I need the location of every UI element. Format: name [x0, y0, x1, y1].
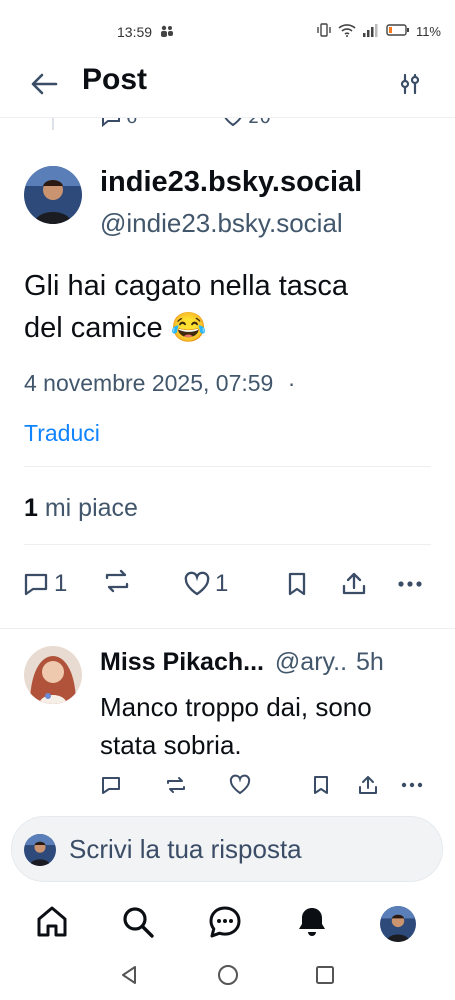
reply-bookmark-button[interactable]: [311, 774, 331, 800]
reply-reply-button[interactable]: [100, 774, 122, 800]
speech-bubble-icon: [24, 573, 48, 596]
bookmark-icon: [314, 776, 328, 794]
likes-label: mi piace: [44, 494, 138, 522]
ellipsis-icon: [398, 581, 422, 587]
reply-more-button[interactable]: [400, 774, 424, 800]
thread-line: [52, 118, 54, 130]
nav-chat[interactable]: [207, 904, 243, 944]
reply-count: 1: [54, 570, 68, 597]
like-button[interactable]: 1: [183, 570, 228, 598]
translate-link[interactable]: Traduci: [24, 420, 100, 447]
reply-actions: [0, 772, 455, 802]
reply-display-name[interactable]: Miss Pikach...: [100, 648, 264, 676]
system-nav-bar: [0, 950, 455, 1000]
system-recents-button[interactable]: [315, 965, 335, 989]
sliders-icon: [400, 73, 420, 95]
reply-text: Manco troppo dai, sono stata sobria.: [100, 688, 372, 764]
reply-age[interactable]: 5h: [356, 648, 384, 676]
status-bar: 13:59 11%: [0, 0, 455, 58]
avatar[interactable]: [24, 166, 82, 224]
nav-notifications[interactable]: [294, 904, 330, 944]
composer-placeholder: Scrivi la tua risposta: [69, 834, 302, 864]
reply-composer[interactable]: Scrivi la tua risposta: [11, 816, 443, 882]
laughing-emoji: 😂: [170, 312, 207, 344]
post-handle[interactable]: @indie23.bsky.social: [100, 208, 343, 239]
post-text-line: del camice: [24, 312, 163, 344]
post-text: Gli hai cagato nella tasca del camice 😂: [24, 265, 348, 349]
status-time: 13:59: [117, 24, 153, 40]
divider: [0, 628, 455, 629]
likes-summary[interactable]: 1 mi piace: [24, 494, 138, 523]
chat-icon: [209, 906, 241, 938]
heart-icon: [184, 571, 210, 596]
composer-avatar: [24, 834, 56, 866]
arrow-left-icon: [31, 73, 58, 95]
back-button[interactable]: [24, 64, 64, 104]
reply-share-button[interactable]: [357, 774, 379, 800]
post-display-name[interactable]: indie23.bsky.social: [100, 166, 362, 199]
bookmark-button[interactable]: [284, 570, 310, 602]
system-home-button[interactable]: [217, 964, 239, 990]
share-icon: [359, 776, 377, 794]
speech-bubble-icon[interactable]: [100, 118, 122, 128]
reply-handle[interactable]: @ary..: [275, 648, 347, 676]
signal-icon: [362, 23, 380, 40]
divider: [24, 544, 431, 545]
post-text-line: Gli hai cagato nella tasca: [24, 270, 349, 302]
bell-icon: [299, 908, 325, 936]
like-count: 1: [215, 570, 229, 597]
reply-header: Miss Pikach... @ary.. 5h: [100, 648, 384, 677]
parent-like-count: 20: [248, 118, 271, 128]
wifi-icon: [338, 23, 356, 40]
teams-icon: [160, 25, 174, 37]
square-recents-icon: [316, 966, 334, 984]
more-button[interactable]: [396, 570, 424, 602]
share-icon: [342, 572, 366, 595]
vibrate-icon: [316, 23, 332, 40]
reply-repost-button[interactable]: [164, 774, 188, 800]
divider: [24, 466, 431, 467]
parent-post-actions: 6 20: [0, 118, 455, 130]
search-icon: [123, 907, 154, 938]
share-button[interactable]: [340, 570, 368, 602]
triangle-back-icon: [122, 966, 136, 984]
bookmark-icon: [288, 572, 306, 596]
post-timestamp-row: 4 novembre 2025, 07:59 ·: [24, 370, 295, 397]
heart-icon[interactable]: [222, 118, 244, 128]
home-icon: [37, 906, 67, 937]
nav-search[interactable]: [120, 904, 156, 944]
post-actions: 1 1: [0, 566, 455, 606]
system-back-button[interactable]: [118, 964, 140, 990]
battery-icon: [386, 23, 410, 40]
nav-profile[interactable]: [380, 906, 416, 942]
battery-percent: 11%: [415, 24, 441, 39]
likes-count: 1: [24, 494, 38, 522]
page-title: Post: [82, 63, 148, 96]
speech-bubble-icon: [102, 777, 120, 794]
parent-comment-count: 6: [126, 118, 137, 128]
reply-text-line: stata sobria.: [100, 730, 242, 760]
circle-home-icon: [218, 965, 238, 985]
status-right: 11%: [316, 23, 441, 40]
top-bar: Post: [0, 58, 455, 118]
ellipsis-icon: [401, 782, 423, 788]
timestamp-dot: ·: [287, 370, 296, 396]
reply-avatar[interactable]: [24, 646, 82, 704]
nav-home[interactable]: [34, 904, 70, 944]
repost-icon: [167, 777, 185, 793]
post-timestamp: 4 novembre 2025, 07:59: [24, 370, 274, 396]
repost-button[interactable]: [102, 566, 132, 600]
repost-icon: [105, 569, 129, 593]
heart-icon: [229, 774, 251, 795]
reply-text-line: Manco troppo dai, sono: [100, 692, 372, 722]
reply-button[interactable]: 1: [22, 570, 67, 598]
reply-like-button[interactable]: [229, 774, 251, 800]
thread-settings-button[interactable]: [392, 66, 428, 102]
